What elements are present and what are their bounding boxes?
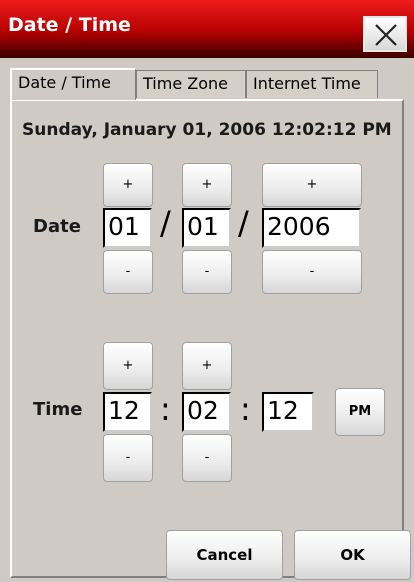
close-icon — [375, 24, 397, 46]
current-datetime: Sunday, January 01, 2006 12:02:12 PM — [22, 120, 392, 140]
tab-time-zone[interactable]: Time Zone — [136, 70, 246, 98]
day-decrement-button[interactable]: - — [182, 250, 232, 294]
tab-date-time[interactable]: Date / Time — [10, 68, 136, 100]
hour-field[interactable]: 12 — [103, 392, 152, 432]
month-field[interactable]: 01 — [103, 208, 152, 248]
tab-internet-time[interactable]: Internet Time — [246, 70, 378, 98]
minute-decrement-button[interactable]: - — [182, 434, 232, 482]
month-decrement-button[interactable]: - — [103, 250, 153, 294]
year-field[interactable]: 2006 — [262, 208, 361, 248]
date-time-window: Date / Time Date / Time Time Zone Intern… — [0, 0, 414, 582]
time-label: Time — [33, 399, 83, 420]
date-separator-2: / — [238, 204, 249, 242]
day-field[interactable]: 01 — [182, 208, 231, 248]
date-label: Date — [33, 216, 81, 237]
time-separator-1: : — [160, 390, 171, 428]
hour-decrement-button[interactable]: - — [103, 434, 153, 482]
year-increment-button[interactable]: + — [262, 163, 362, 207]
window-title: Date / Time — [8, 14, 131, 36]
cancel-button[interactable]: Cancel — [166, 530, 283, 580]
day-increment-button[interactable]: + — [182, 163, 232, 207]
hour-increment-button[interactable]: + — [103, 342, 153, 390]
ok-button[interactable]: OK — [294, 530, 411, 580]
am-pm-toggle-button[interactable]: PM — [335, 388, 385, 436]
minute-field[interactable]: 02 — [182, 392, 231, 432]
month-increment-button[interactable]: + — [103, 163, 153, 207]
minute-increment-button[interactable]: + — [182, 342, 232, 390]
time-separator-2: : — [240, 390, 251, 428]
date-separator-1: / — [160, 204, 171, 242]
close-button[interactable] — [363, 16, 407, 52]
year-decrement-button[interactable]: - — [262, 250, 362, 294]
second-field[interactable]: 12 — [262, 392, 314, 432]
title-bar: Date / Time — [0, 0, 414, 58]
